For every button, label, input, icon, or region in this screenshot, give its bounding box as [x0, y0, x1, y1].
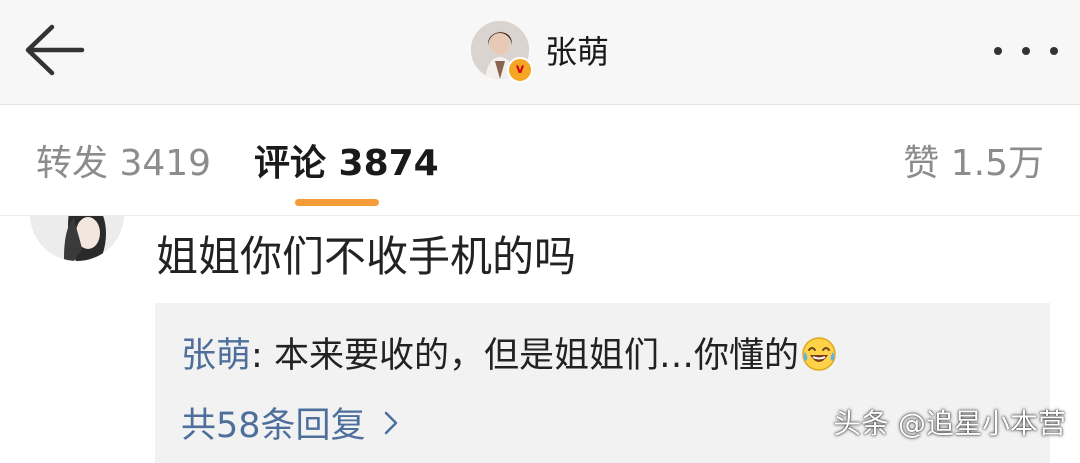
back-button[interactable] [18, 20, 90, 80]
tab-likes[interactable]: 赞 1.5万 [903, 141, 1044, 187]
more-replies-label: 共58条回复 [181, 406, 366, 446]
comment-text: 姐姐你们不收手机的吗 [156, 232, 577, 281]
profile-avatar-button[interactable]: v [471, 21, 533, 83]
page-title: 张萌 [545, 33, 610, 71]
chevron-right-icon [384, 403, 398, 449]
top-nav-bar: v 张萌 [0, 0, 1080, 105]
verified-v-icon: v [507, 57, 533, 83]
reply-author-link[interactable]: 张萌 [181, 336, 251, 376]
view-all-replies-link[interactable]: 共58条回复 [181, 403, 398, 449]
more-options-button[interactable] [994, 38, 1058, 64]
watermark: 头条 @追星小本营 [833, 407, 1066, 440]
arrow-left-icon [25, 24, 85, 76]
more-horizontal-icon [1022, 47, 1030, 55]
reply-text: 本来要收的，但是姐姐们…你懂的 [273, 336, 799, 376]
tab-bar: 转发 3419 评论 3874 赞 1.5万 [0, 105, 1080, 216]
tab-comments[interactable]: 评论 3874 [254, 141, 439, 187]
more-horizontal-icon [1050, 47, 1058, 55]
more-horizontal-icon [994, 47, 1002, 55]
reply-line: 张萌: 本来要收的，但是姐姐们…你懂的 [181, 333, 837, 379]
laughing-tears-emoji-icon [801, 336, 837, 372]
active-tab-indicator [295, 199, 379, 206]
reply-separator: : [251, 336, 274, 376]
tab-repost[interactable]: 转发 3419 [36, 141, 211, 187]
